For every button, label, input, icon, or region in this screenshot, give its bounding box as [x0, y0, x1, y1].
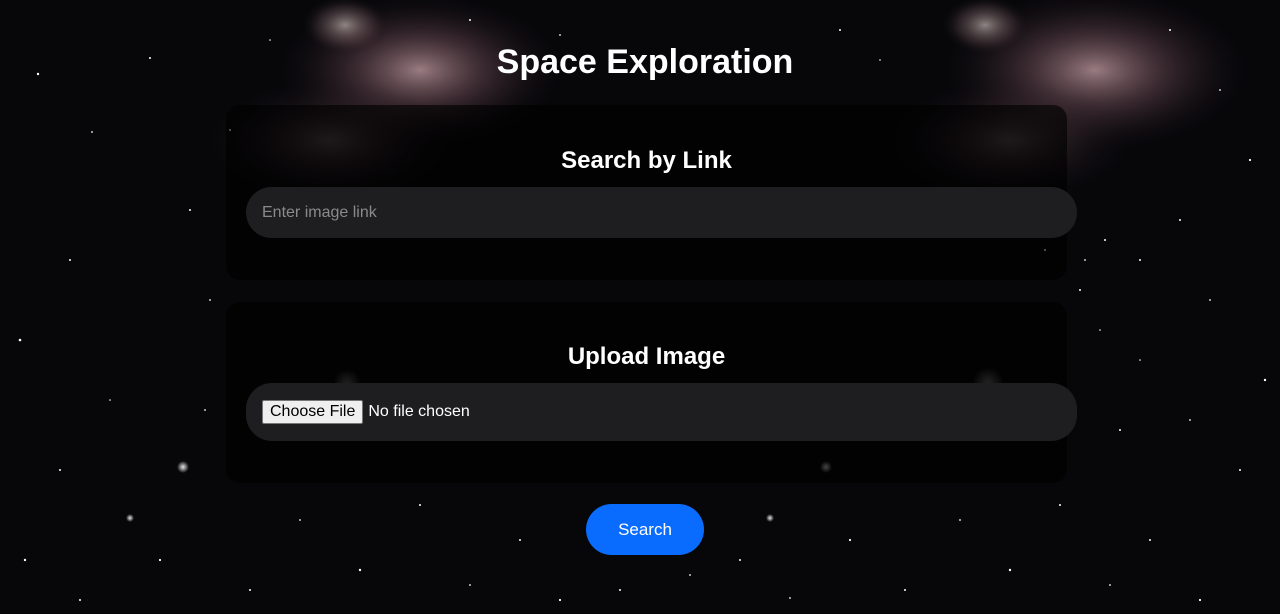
search-button[interactable]: Search — [586, 504, 704, 555]
search-by-link-heading: Search by Link — [561, 147, 732, 174]
main-content: Space Exploration Search by Link Upload … — [0, 0, 1280, 614]
upload-image-heading: Upload Image — [567, 343, 726, 370]
choose-file-button[interactable]: Choose File — [262, 400, 364, 424]
search-by-link-panel: Search by Link — [226, 105, 1077, 280]
file-status-text: No file chosen — [368, 403, 470, 420]
file-input: Choose File No file chosen — [262, 400, 470, 424]
file-upload-field: Choose File No file chosen — [246, 383, 1077, 441]
image-link-input[interactable] — [246, 187, 1077, 238]
upload-image-panel: Upload Image Choose File No file chosen — [226, 302, 1077, 483]
page-title: Space Exploration — [496, 43, 794, 81]
image-link-field — [246, 187, 1077, 238]
